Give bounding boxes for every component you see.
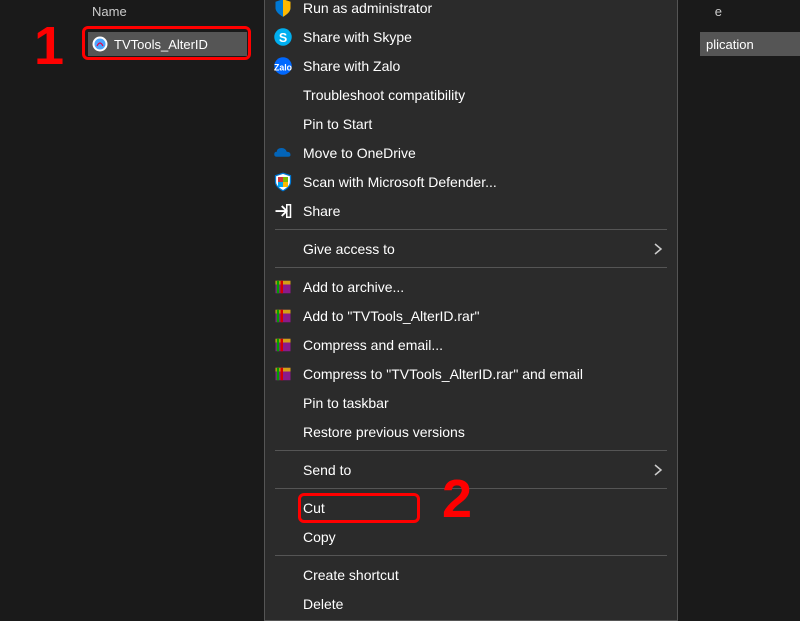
menu-run-as-admin[interactable]: Run as administrator [265, 0, 677, 22]
blank-icon [273, 594, 293, 614]
menu-pin-start[interactable]: Pin to Start [265, 109, 677, 138]
blank-icon [273, 527, 293, 547]
menu-label: Send to [303, 462, 641, 478]
menu-move-onedrive[interactable]: Move to OneDrive [265, 138, 677, 167]
menu-label: Cut [303, 500, 665, 516]
winrar-icon [273, 277, 293, 297]
menu-label: Create shortcut [303, 567, 665, 583]
menu-copy[interactable]: Copy [265, 522, 677, 551]
menu-delete[interactable]: Delete [265, 589, 677, 618]
menu-label: Move to OneDrive [303, 145, 665, 161]
blank-icon [273, 498, 293, 518]
menu-create-shortcut[interactable]: Create shortcut [265, 560, 677, 589]
menu-add-to-rar[interactable]: Add to "TVTools_AlterID.rar" [265, 301, 677, 330]
blank-icon [273, 393, 293, 413]
menu-give-access[interactable]: Give access to [265, 234, 677, 263]
winrar-icon [273, 335, 293, 355]
menu-restore-versions[interactable]: Restore previous versions [265, 417, 677, 446]
svg-text:Zalo: Zalo [274, 62, 292, 72]
menu-share[interactable]: Share [265, 196, 677, 225]
menu-share-skype[interactable]: S Share with Skype [265, 22, 677, 51]
menu-label: Troubleshoot compatibility [303, 87, 665, 103]
menu-label: Compress and email... [303, 337, 665, 353]
menu-label: Scan with Microsoft Defender... [303, 174, 665, 190]
menu-label: Pin to taskbar [303, 395, 665, 411]
shield-admin-icon [273, 0, 293, 18]
winrar-icon [273, 306, 293, 326]
menu-label: Share with Skype [303, 29, 665, 45]
menu-label: Delete [303, 596, 665, 612]
file-row-selected[interactable]: TVTools_AlterID [88, 32, 247, 56]
menu-send-to[interactable]: Send to [265, 455, 677, 484]
blank-icon [273, 114, 293, 134]
menu-label: Add to archive... [303, 279, 665, 295]
svg-text:S: S [279, 31, 287, 45]
menu-label: Share [303, 203, 665, 219]
share-icon [273, 201, 293, 221]
menu-label: Compress to "TVTools_AlterID.rar" and em… [303, 366, 665, 382]
menu-scan-defender[interactable]: Scan with Microsoft Defender... [265, 167, 677, 196]
file-type-cell: plication [700, 32, 800, 56]
chevron-right-icon [651, 463, 665, 477]
column-header-name[interactable]: Name [92, 4, 127, 19]
defender-icon [273, 172, 293, 192]
menu-add-archive[interactable]: Add to archive... [265, 272, 677, 301]
menu-label: Share with Zalo [303, 58, 665, 74]
blank-icon [273, 565, 293, 585]
menu-separator [275, 267, 667, 268]
onedrive-icon [273, 143, 293, 163]
menu-label: Add to "TVTools_AlterID.rar" [303, 308, 665, 324]
menu-separator [275, 555, 667, 556]
menu-separator [275, 450, 667, 451]
menu-label: Pin to Start [303, 116, 665, 132]
menu-label: Restore previous versions [303, 424, 665, 440]
annotation-number-1: 1 [34, 15, 64, 77]
menu-compress-email[interactable]: Compress and email... [265, 330, 677, 359]
menu-label: Give access to [303, 241, 641, 257]
chevron-right-icon [651, 242, 665, 256]
blank-icon [273, 460, 293, 480]
blank-icon [273, 422, 293, 442]
blank-icon [273, 85, 293, 105]
file-name: TVTools_AlterID [114, 37, 208, 52]
menu-label: Run as administrator [303, 0, 665, 16]
app-icon [92, 36, 108, 52]
menu-separator [275, 229, 667, 230]
skype-icon: S [273, 27, 293, 47]
zalo-icon: Zalo [273, 56, 293, 76]
menu-compress-rar-email[interactable]: Compress to "TVTools_AlterID.rar" and em… [265, 359, 677, 388]
menu-share-zalo[interactable]: Zalo Share with Zalo [265, 51, 677, 80]
menu-label: Copy [303, 529, 665, 545]
menu-separator [275, 488, 667, 489]
context-menu: Run as administrator S Share with Skype … [264, 0, 678, 621]
blank-icon [273, 239, 293, 259]
winrar-icon [273, 364, 293, 384]
menu-pin-taskbar[interactable]: Pin to taskbar [265, 388, 677, 417]
menu-troubleshoot[interactable]: Troubleshoot compatibility [265, 80, 677, 109]
menu-cut[interactable]: Cut [265, 493, 677, 522]
column-header-type[interactable]: e [715, 4, 722, 19]
